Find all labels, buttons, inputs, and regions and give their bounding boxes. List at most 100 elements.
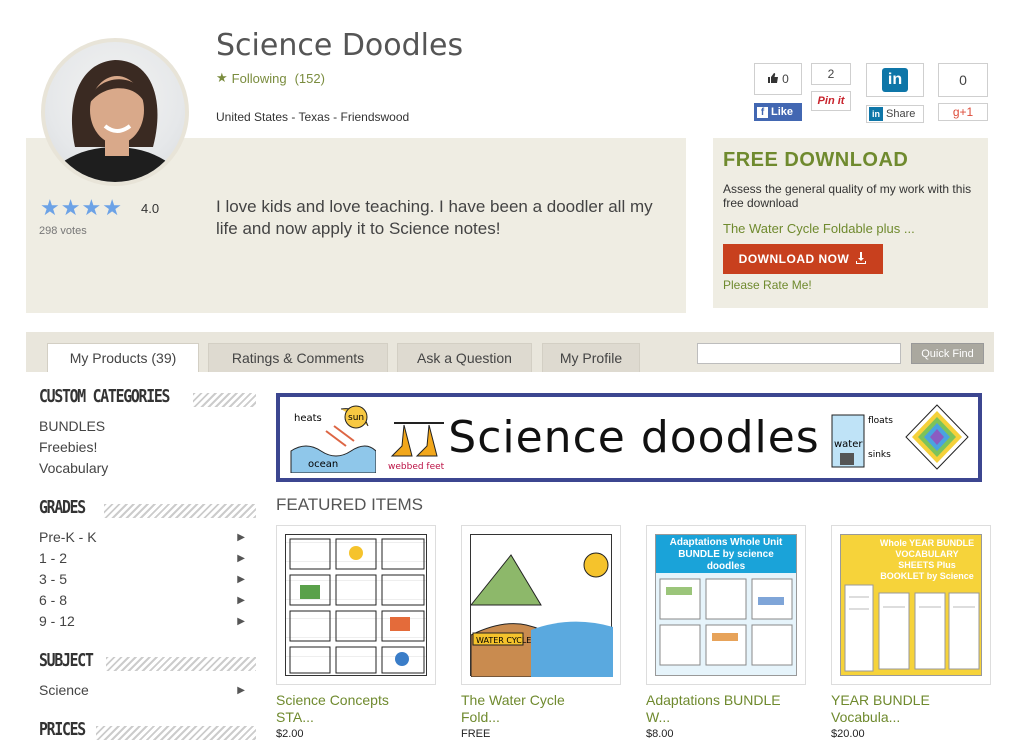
- subject-label: Science: [39, 682, 89, 698]
- tab-label: Ratings & Comments: [231, 350, 365, 366]
- doodle-float-sink-icon: water floats sinks: [831, 414, 893, 468]
- facebook-like[interactable]: 0 f Like: [754, 63, 802, 125]
- follow-status[interactable]: ★ Following (152): [216, 70, 325, 86]
- adaptations-thumb-icon: [659, 578, 793, 666]
- gplus-count: 0: [959, 72, 967, 88]
- category-vocabulary[interactable]: Vocabulary: [39, 460, 245, 476]
- tab-label: My Profile: [559, 350, 623, 366]
- product-title-link[interactable]: Adaptations BUNDLE W...: [646, 692, 796, 726]
- vocabulary-bundle-thumb-icon: [844, 584, 980, 672]
- product-price: $20.00: [831, 728, 865, 740]
- chevron-right-icon: ▶: [237, 615, 245, 627]
- category-label: Vocabulary: [39, 460, 109, 476]
- product-price: $8.00: [646, 728, 674, 740]
- heading-label: CUSTOM CATEGORIES: [39, 386, 170, 407]
- product-thumbnail[interactable]: Adaptations Whole Unit BUNDLE by science…: [646, 525, 806, 685]
- star-icon: ★: [40, 195, 60, 220]
- following-label: Following: [231, 70, 287, 86]
- tab-ask-question[interactable]: Ask a Question: [397, 343, 532, 372]
- thumb-caption: Whole YEAR BUNDLE VOCABULARY SHEETS Plus…: [879, 538, 975, 583]
- chevron-right-icon: ▶: [237, 573, 245, 585]
- grade-label: 6 - 8: [39, 592, 68, 608]
- svg-text:webbed feet: webbed feet: [388, 462, 445, 472]
- rate-me-link[interactable]: Please Rate Me!: [723, 278, 812, 292]
- gplus-label: g+1: [952, 105, 974, 119]
- grade-label: 1 - 2: [39, 550, 68, 566]
- tab-ratings-comments[interactable]: Ratings & Comments: [208, 343, 388, 372]
- category-label: BUNDLES: [39, 418, 106, 434]
- store-banner: sun heats ocean webbed feet Science dood…: [276, 393, 982, 482]
- download-icon: [855, 251, 867, 267]
- store-title: Science Doodles: [216, 28, 464, 63]
- chevron-right-icon: ▶: [237, 552, 245, 564]
- tab-my-products[interactable]: My Products (39): [47, 343, 199, 372]
- grade-prek-k[interactable]: Pre-K - K ▶: [39, 529, 245, 545]
- pin-count: 2: [827, 67, 835, 81]
- doodle-rainbow-prism-icon: [905, 404, 969, 470]
- product-title-link[interactable]: Science Concepts STA...: [276, 692, 416, 726]
- heading-label: GRADES: [39, 497, 86, 518]
- heading-divider: [104, 504, 256, 518]
- pin-label: Pin it: [817, 95, 845, 107]
- product-title-link[interactable]: YEAR BUNDLE Vocabula...: [831, 692, 971, 726]
- prices-heading: PRICES: [39, 719, 86, 740]
- category-freebies[interactable]: Freebies!: [39, 439, 245, 455]
- heading-label: PRICES: [39, 719, 86, 740]
- free-download-item-link[interactable]: The Water Cycle Foldable plus ...: [723, 221, 915, 236]
- linkedin-small-icon: in: [869, 107, 883, 121]
- store-location: United States - Texas - Friendswood: [216, 110, 410, 124]
- quick-find-button[interactable]: Quick Find: [911, 343, 984, 364]
- rating-value: 4.0: [141, 201, 160, 216]
- science-concepts-thumb-icon: [289, 538, 425, 674]
- subject-heading: SUBJECT: [39, 650, 94, 671]
- thumb-caption: WATER CYCLE: [476, 636, 531, 645]
- grade-3-5[interactable]: 3 - 5 ▶: [39, 571, 245, 587]
- grade-label: Pre-K - K: [39, 529, 97, 545]
- download-label: DOWNLOAD NOW: [738, 252, 850, 266]
- profile-avatar: [41, 38, 189, 186]
- tab-my-profile[interactable]: My Profile: [542, 343, 640, 372]
- linkedin-share[interactable]: in in Share: [866, 63, 924, 125]
- rating-stars: ★ ★ ★ ★: [40, 197, 122, 219]
- grade-9-12[interactable]: 9 - 12 ▶: [39, 613, 245, 629]
- product-price: $2.00: [276, 728, 304, 740]
- water-cycle-thumb-icon: WATER CYCLE: [469, 552, 614, 678]
- store-bio: I love kids and love teaching. I have be…: [216, 197, 653, 238]
- pinterest-pin[interactable]: 2 Pin it: [811, 63, 851, 115]
- subject-science[interactable]: Science ▶: [39, 682, 245, 698]
- google-plus[interactable]: 0 g+1: [938, 63, 988, 125]
- category-bundles[interactable]: BUNDLES: [39, 418, 245, 434]
- thumbs-up-icon: [767, 72, 779, 87]
- fb-like-label: Like: [771, 106, 794, 118]
- free-download-description: Assess the general quality of my work wi…: [723, 182, 972, 210]
- grade-6-8[interactable]: 6 - 8 ▶: [39, 592, 245, 608]
- category-label: Freebies!: [39, 439, 98, 455]
- heading-divider: [96, 726, 256, 740]
- heading-divider: [106, 657, 256, 671]
- grades-heading: GRADES: [39, 497, 86, 518]
- chevron-right-icon: ▶: [237, 594, 245, 606]
- grade-label: 3 - 5: [39, 571, 68, 587]
- banner-title: Science doodles: [448, 412, 820, 463]
- doodle-webbed-feet-icon: webbed feet: [388, 422, 445, 472]
- svg-text:heats: heats: [294, 413, 322, 424]
- star-icon: ★: [102, 195, 122, 220]
- follower-count: (152): [294, 70, 325, 86]
- quick-find-input[interactable]: [697, 343, 901, 364]
- product-title-link[interactable]: The Water Cycle Fold...: [461, 692, 591, 726]
- linkedin-share-label: Share: [886, 108, 916, 120]
- download-now-button[interactable]: DOWNLOAD NOW: [723, 244, 883, 274]
- heading-divider: [193, 393, 256, 407]
- svg-text:ocean: ocean: [308, 459, 338, 470]
- product-thumbnail[interactable]: Whole YEAR BUNDLE VOCABULARY SHEETS Plus…: [831, 525, 991, 685]
- free-download-title: FREE DOWNLOAD: [723, 149, 909, 171]
- svg-text:floats: floats: [868, 416, 893, 426]
- featured-heading: FEATURED ITEMS: [276, 495, 424, 514]
- grade-1-2[interactable]: 1 - 2 ▶: [39, 550, 245, 566]
- product-thumbnail[interactable]: WATER CYCLE: [461, 525, 621, 685]
- chevron-right-icon: ▶: [237, 684, 245, 696]
- product-thumbnail[interactable]: [276, 525, 436, 685]
- svg-text:water: water: [834, 439, 863, 450]
- star-icon: ★: [60, 195, 81, 220]
- chevron-right-icon: ▶: [237, 531, 245, 543]
